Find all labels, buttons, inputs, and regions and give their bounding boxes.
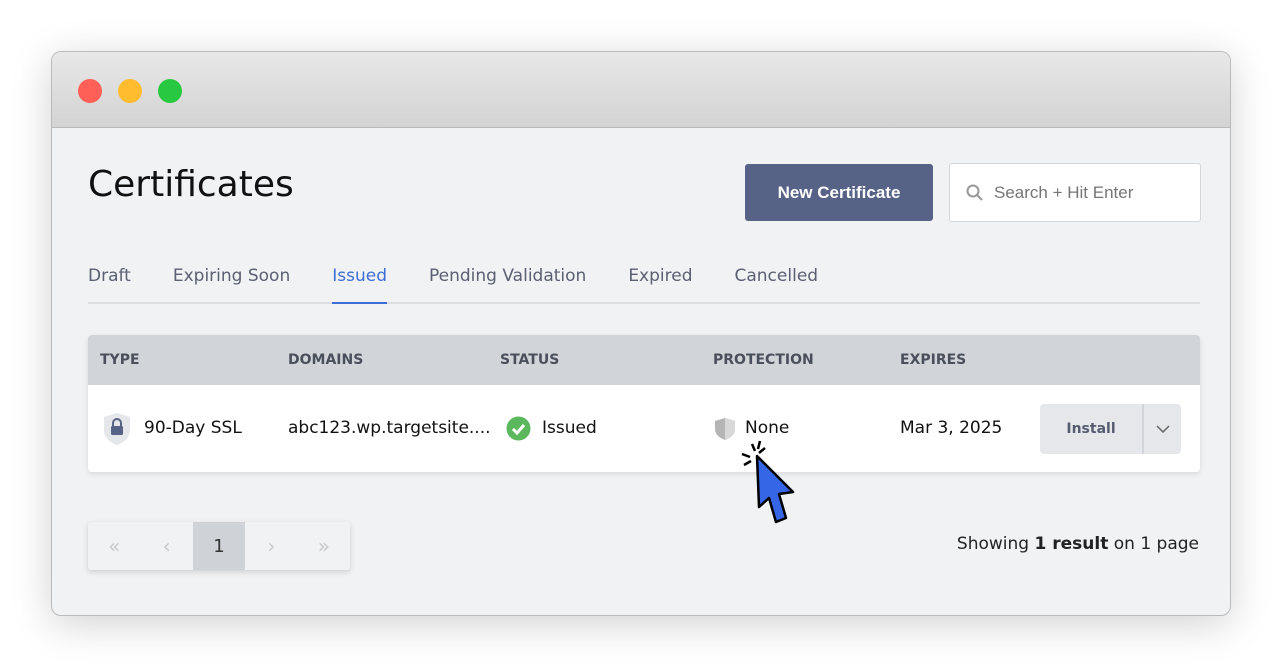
header-expires: EXPIRES <box>900 352 967 368</box>
next-page-button[interactable]: › <box>245 522 297 570</box>
header-status: STATUS <box>500 352 560 368</box>
search-box[interactable] <box>949 163 1201 222</box>
app-window: Certificates New Certificate Draft Expir… <box>51 51 1231 616</box>
page-title: Certificates <box>88 164 294 205</box>
close-window-button[interactable] <box>78 79 102 103</box>
results-summary: Showing 1 result on 1 page <box>957 534 1199 554</box>
tab-expiring-soon[interactable]: Expiring Soon <box>173 262 290 304</box>
lock-shield-icon <box>104 413 130 445</box>
title-bar <box>52 52 1230 128</box>
header-domains: DOMAINS <box>288 352 364 368</box>
header-type: TYPE <box>100 352 140 368</box>
certificates-table: TYPE DOMAINS STATUS PROTECTION EXPIRES 9… <box>88 335 1200 472</box>
page-button-current[interactable]: 1 <box>192 522 246 570</box>
cert-status: Issued <box>542 418 597 438</box>
tab-issued[interactable]: Issued <box>332 262 387 304</box>
install-button[interactable]: Install <box>1040 404 1144 454</box>
install-split-button: Install <box>1040 404 1181 454</box>
tab-pending-validation[interactable]: Pending Validation <box>429 262 586 304</box>
tab-cancelled[interactable]: Cancelled <box>735 262 819 304</box>
mouse-cursor-icon <box>741 440 795 524</box>
showing-suffix: on 1 page <box>1113 534 1199 554</box>
result-count: 1 result <box>1034 534 1109 554</box>
chevron-down-icon <box>1155 425 1170 433</box>
last-page-button[interactable]: » <box>298 522 350 570</box>
minimize-window-button[interactable] <box>118 79 142 103</box>
showing-prefix: Showing <box>956 534 1030 554</box>
first-page-button[interactable]: « <box>88 522 140 570</box>
header-protection: PROTECTION <box>713 352 814 368</box>
shield-icon <box>715 418 735 440</box>
table-header: TYPE DOMAINS STATUS PROTECTION EXPIRES <box>88 335 1200 385</box>
table-row[interactable]: 90-Day SSL abc123.wp.targetsite.... Issu… <box>88 385 1200 472</box>
maximize-window-button[interactable] <box>158 79 182 103</box>
tab-draft[interactable]: Draft <box>88 262 131 304</box>
search-input[interactable] <box>994 182 1184 203</box>
status-tabs: Draft Expiring Soon Issued Pending Valid… <box>88 262 1200 304</box>
pagination: « ‹ 1 › » <box>88 522 350 570</box>
prev-page-button[interactable]: ‹ <box>140 522 192 570</box>
check-circle-icon <box>506 416 531 441</box>
cert-expires: Mar 3, 2025 <box>900 418 1003 438</box>
tab-expired[interactable]: Expired <box>628 262 692 304</box>
cert-protection[interactable]: None <box>745 418 789 438</box>
new-certificate-button[interactable]: New Certificate <box>745 164 933 221</box>
install-dropdown-toggle[interactable] <box>1144 404 1181 454</box>
cert-domain[interactable]: abc123.wp.targetsite.... <box>288 418 491 438</box>
search-icon <box>966 184 983 201</box>
cert-type: 90-Day SSL <box>144 418 242 438</box>
